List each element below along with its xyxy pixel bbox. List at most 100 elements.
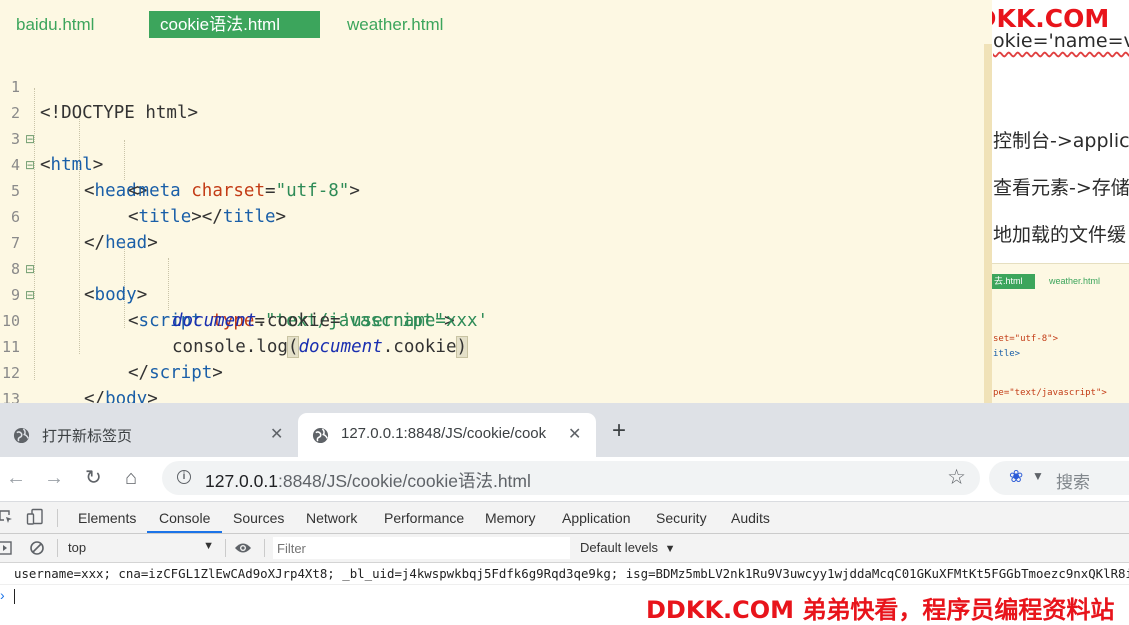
article-text: 控制台->applica [993,130,1129,152]
code-text: </head> [84,233,158,253]
article-fragment: DDKK.COM okie='name=va 控制台->applica 查看元素… [992,0,1129,403]
url-text[interactable]: 127.0.0.1:8848/JS/cookie/cookie语法.html [205,468,531,493]
reload-icon[interactable]: ↻ [85,465,102,491]
code-editor[interactable]: baidu.html cookie语法.html weather.html 1 … [0,0,992,403]
separator [57,539,58,557]
devtools-tab-security[interactable]: Security [656,502,707,533]
indent-guide [79,114,80,354]
address-bar[interactable]: i 127.0.0.1:8848/JS/cookie/cookie语法.html… [162,461,980,495]
embedded-screenshot: 去.html weather.html set="utf-8"> itle> p… [992,263,1129,403]
separator [225,539,226,557]
console-toolbar: top ▼ Default levels ▼ [0,534,1129,563]
search-placeholder: 搜索 [1056,473,1090,492]
code-line: 8 ⊟ <script type="text/javascript"> [0,230,455,331]
browser-tab-newtab[interactable]: 打开新标签页 ✕ [0,413,296,457]
chevron-down-icon: ▼ [203,540,214,552]
article-code-text: okie='name=va [993,30,1129,52]
back-arrow-icon[interactable]: ← [6,465,26,491]
new-tab-plus-icon[interactable]: + [612,419,626,443]
info-icon[interactable]: i [177,470,191,484]
device-toolbar-icon[interactable] [26,508,44,526]
context-value: top [68,540,87,555]
code-text: </body> [84,389,158,403]
code-text: <body> [84,285,148,305]
code-line: 5 <title></title> [0,152,286,227]
divider [0,584,1129,585]
bookmark-star-icon[interactable]: ☆ [947,465,966,490]
console-filter-input[interactable] [273,537,570,559]
code-line: 11 </script> [0,308,223,383]
code-line: 3 ⊟ <head> [0,100,147,201]
watermark-text: DDKK.COM 弟弟快看，程序员编程资料站 [646,596,1115,624]
mini-tab-active: 去.html [992,274,1035,289]
code-text: <meta charset="utf-8"> [128,181,360,201]
browser-tab-title: 127.0.0.1:8848/JS/cookie/cook [341,425,547,442]
code-line: 10 console.log(document.cookie) [0,282,469,358]
home-icon[interactable]: ⌂ [125,465,137,491]
console-log-entry: username=xxx; cna=izCFGL1ZlEwCAd9oXJrp4X… [14,566,1129,581]
context-selector[interactable]: top ▼ [62,537,218,559]
mini-tab: weather.html [1049,276,1101,286]
inspect-element-icon[interactable] [0,509,14,525]
sidebar-toggle-icon[interactable] [0,541,12,555]
log-levels-label: Default levels [580,540,659,555]
devtools-tab-bar: Elements Console Sources Network Perform… [0,502,1129,534]
code-line: 2 ⊟ <html> [0,74,103,175]
editor-tab-bar: baidu.html cookie语法.html weather.html [0,0,992,44]
code-line: 13 </html> [0,360,63,403]
brand-logo: DDKK.COM [992,4,1110,33]
devtools-tab-application[interactable]: Application [562,502,631,533]
mini-code-line: itle> [993,349,1021,359]
browser-toolbar: ← → ↻ ⌂ i 127.0.0.1:8848/JS/cookie/cooki… [0,457,1129,502]
code-line: 14 [0,386,63,403]
separator [264,539,265,557]
browser-tab-active[interactable]: 127.0.0.1:8848/JS/cookie/cook ✕ [298,413,596,457]
browser-tab-title: 打开新标签页 [42,428,133,445]
code-line: 4 <meta charset="utf-8"> [0,126,360,201]
devtools-tab-sources[interactable]: Sources [233,502,284,533]
mini-code-line: pe="text/javascript"> [993,388,1107,398]
chevron-down-icon[interactable]: ▼ [1032,469,1044,483]
article-text: 地加载的文件缓 [993,224,1127,246]
devtools-tab-elements[interactable]: Elements [78,502,136,533]
forward-arrow-icon[interactable]: → [44,465,64,491]
mini-code-line: set="utf-8"> [993,334,1059,344]
code-text: </script> [128,363,223,383]
chevron-down-icon: ▼ [664,543,676,555]
clear-console-icon[interactable] [29,540,45,556]
globe-icon [13,427,30,444]
log-levels-dropdown[interactable]: Default levels ▼ [580,540,676,555]
code-line: 6 </head> [0,178,158,253]
devtools-tab-performance[interactable]: Performance [384,502,464,533]
indent-guide [168,258,169,310]
code-line: 1 <!DOCTYPE html> [0,48,198,123]
code-line: 9 document.cookie='username=xxx' [0,256,488,331]
editor-tab-baidu[interactable]: baidu.html [16,11,94,38]
code-text: console.log(document.cookie) [172,336,469,358]
devtools-tab-memory[interactable]: Memory [485,502,536,533]
eye-icon[interactable] [234,541,252,555]
indent-guide [124,140,125,180]
editor-scrollbar[interactable] [984,44,992,403]
close-icon[interactable]: ✕ [270,424,283,444]
baidu-paw-icon[interactable]: ❀ [1009,467,1023,487]
console-prompt-icon: › [0,587,5,603]
devtools-tab-audits[interactable]: Audits [731,502,770,533]
code-line: 12 </body> [0,334,158,403]
browser-tab-bar: 打开新标签页 ✕ 127.0.0.1:8848/JS/cookie/cook ✕… [0,403,1129,457]
url-host: 127.0.0.1 [205,471,278,491]
devtools-tab-network[interactable]: Network [306,502,357,533]
separator [57,509,58,527]
close-icon[interactable]: ✕ [568,424,581,444]
globe-icon [312,427,329,444]
url-path: :8848/JS/cookie/cookie语法.html [277,471,531,491]
console-input-cursor[interactable] [14,589,15,604]
code-text: <title></title> [128,207,287,227]
code-line: 7 ⊟ <body> [0,204,147,305]
article-text: 查看元素->存储- [993,177,1129,199]
search-box[interactable]: ❀ ▼ 搜索 [989,461,1129,495]
editor-tab-cookie-active[interactable]: cookie语法.html [149,11,320,38]
devtools-tab-console[interactable]: Console [147,502,223,533]
editor-tab-weather[interactable]: weather.html [347,11,443,38]
code-text: document.cookie='username=xxx' [172,311,489,331]
